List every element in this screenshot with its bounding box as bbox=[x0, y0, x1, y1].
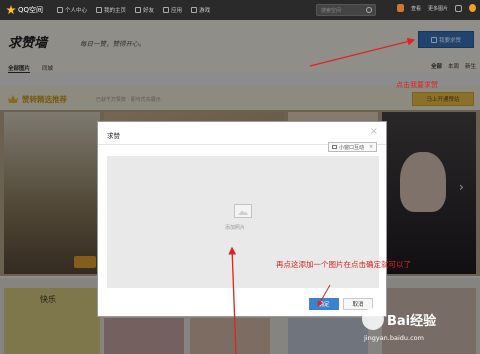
window-icon bbox=[332, 145, 337, 149]
top-link-view[interactable]: 查看 bbox=[411, 5, 421, 12]
friends-icon bbox=[135, 7, 142, 13]
request-like-dialog: 求赞 × 小窗口互动 × 添加照片 确定 取消 bbox=[97, 121, 387, 317]
annotation-top: 点击我要求赞 bbox=[396, 81, 438, 89]
confirm-button[interactable]: 确定 bbox=[309, 298, 339, 310]
upload-label: 添加照片 bbox=[225, 225, 246, 231]
brand-name: QQ空间 bbox=[18, 6, 44, 14]
settings-icon[interactable] bbox=[455, 4, 462, 12]
small-window-button[interactable]: 小窗口互动 × bbox=[328, 142, 378, 152]
dialog-title: 求赞 bbox=[107, 132, 120, 140]
add-photo-icon[interactable] bbox=[234, 204, 252, 218]
user-icon bbox=[57, 7, 64, 13]
search-input[interactable]: 搜索空间 bbox=[316, 4, 376, 16]
apps-icon bbox=[163, 7, 170, 13]
paw-icon bbox=[362, 308, 384, 330]
star-icon bbox=[6, 5, 16, 15]
watermark-url: jingyan.baidu.com bbox=[364, 334, 424, 342]
top-link-more[interactable]: 更多图片 bbox=[428, 5, 448, 12]
search-icon[interactable] bbox=[366, 7, 372, 13]
top-nav: 个人中心 我的主页 好友 应用 游戏 bbox=[57, 6, 210, 14]
top-bar: QQ空间 个人中心 我的主页 好友 应用 游戏 搜索空间 查看 更多图片 bbox=[0, 0, 480, 20]
vip-icon[interactable] bbox=[469, 4, 476, 12]
nav-item-apps[interactable]: 应用 bbox=[163, 6, 182, 14]
nav-item-friends[interactable]: 好友 bbox=[135, 6, 154, 14]
nav-item-game[interactable]: 游戏 bbox=[191, 6, 210, 14]
annotation-bottom: 再点这添加一个图片在点击确定就可以了 bbox=[276, 260, 411, 269]
baidu-watermark: Bai经验 bbox=[362, 308, 436, 330]
nav-item-home[interactable]: 我的主页 bbox=[96, 6, 126, 14]
watermark-brand: Bai经验 bbox=[387, 313, 437, 329]
qzone-logo[interactable]: QQ空间 bbox=[6, 5, 43, 15]
top-right-tools: 查看 更多图片 bbox=[396, 4, 476, 12]
close-icon[interactable]: × bbox=[370, 126, 378, 137]
nav-item-personal[interactable]: 个人中心 bbox=[57, 6, 87, 14]
search-placeholder: 搜索空间 bbox=[321, 7, 342, 14]
close-small-icon[interactable]: × bbox=[369, 144, 373, 150]
home-icon bbox=[96, 7, 103, 13]
avatar[interactable] bbox=[396, 4, 404, 12]
game-icon bbox=[191, 7, 198, 13]
